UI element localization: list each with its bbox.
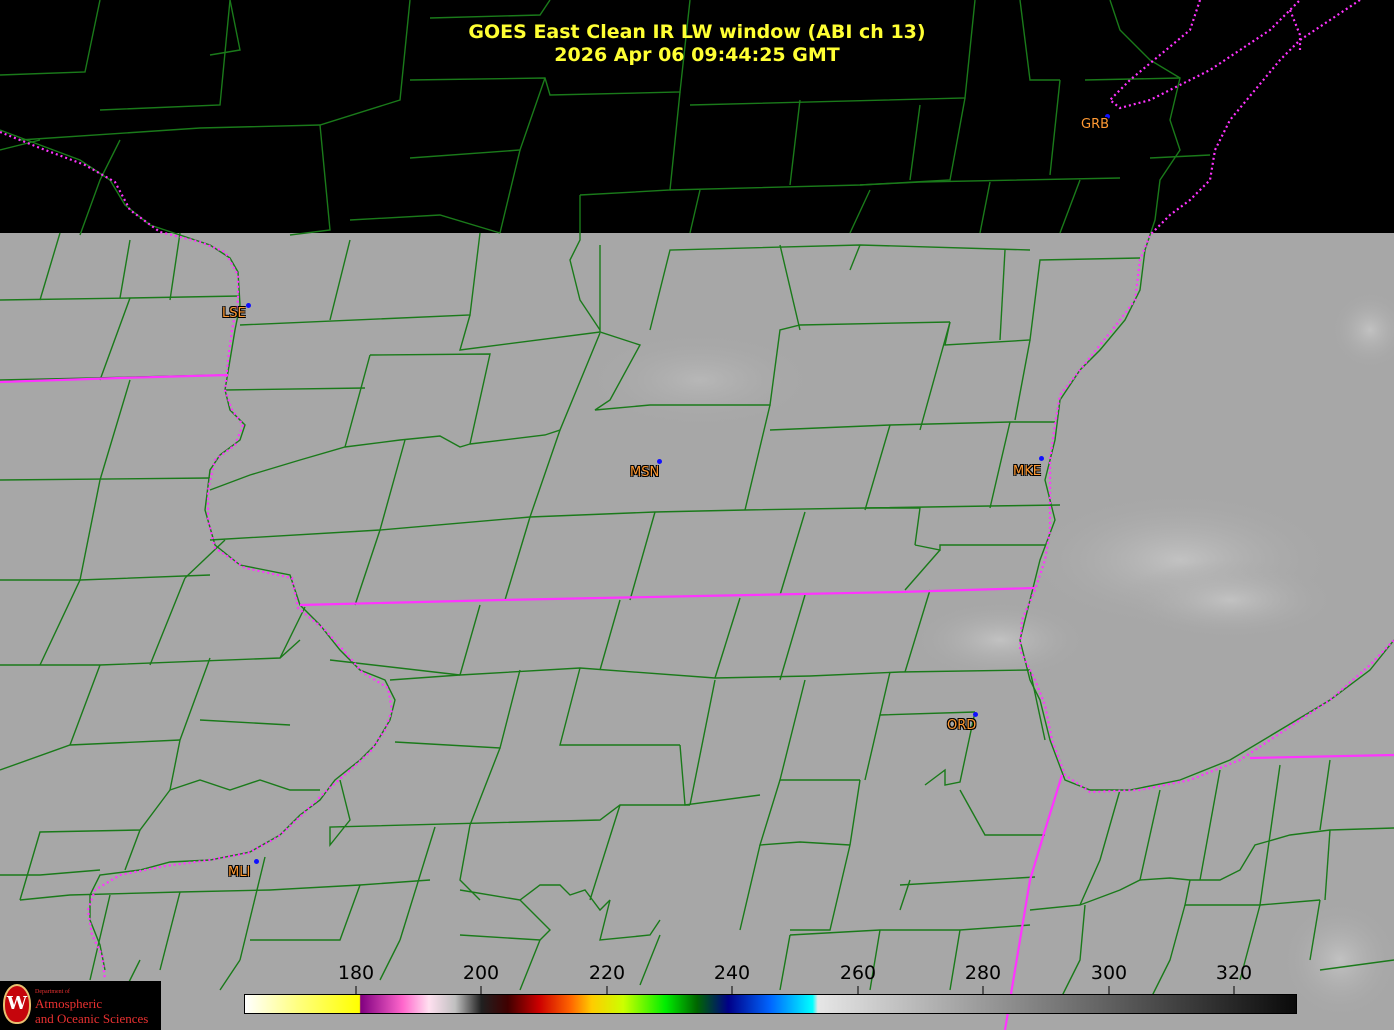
satellite-map [0,0,1394,1030]
colorbar-tick-label: 260 [839,962,877,984]
uw-seal-icon: W [3,984,31,1024]
station-dot-mke [1039,456,1044,461]
aos-logo: W Department of Atmospheric and Oceanic … [0,981,161,1030]
station-dot-msn [657,459,662,464]
colorbar-tick-label: 220 [588,962,626,984]
station-dot-ord [973,712,978,717]
logo-text-department: Department of [35,989,70,995]
station-label-mke: MKE [1013,464,1041,479]
station-dot-lse [246,303,251,308]
colorbar-tick-label: 300 [1090,962,1128,984]
colorbar-tick-label: 180 [337,962,375,984]
station-label-ord: ORD [947,718,977,733]
colorbar-tick-label: 240 [713,962,751,984]
colorbar-tick-label: 200 [462,962,500,984]
logo-text-atmospheric: Atmospheric [35,996,103,1011]
station-label-msn: MSN [630,465,660,480]
colorbar-tick-label: 320 [1215,962,1253,984]
station-label-mli: MLI [228,865,251,880]
logo-text-oceanic: and Oceanic Sciences [35,1011,149,1026]
temperature-colorbar [244,994,1297,1014]
map-title: GOES East Clean IR LW window (ABI ch 13) [468,21,926,43]
station-label-lse: LSE [222,306,246,321]
colorbar-tick-label: 280 [964,962,1002,984]
map-timestamp: 2026 Apr 06 09:44:25 GMT [554,44,840,66]
station-dot-mli [254,859,259,864]
station-label-grb: GRB [1081,117,1110,132]
